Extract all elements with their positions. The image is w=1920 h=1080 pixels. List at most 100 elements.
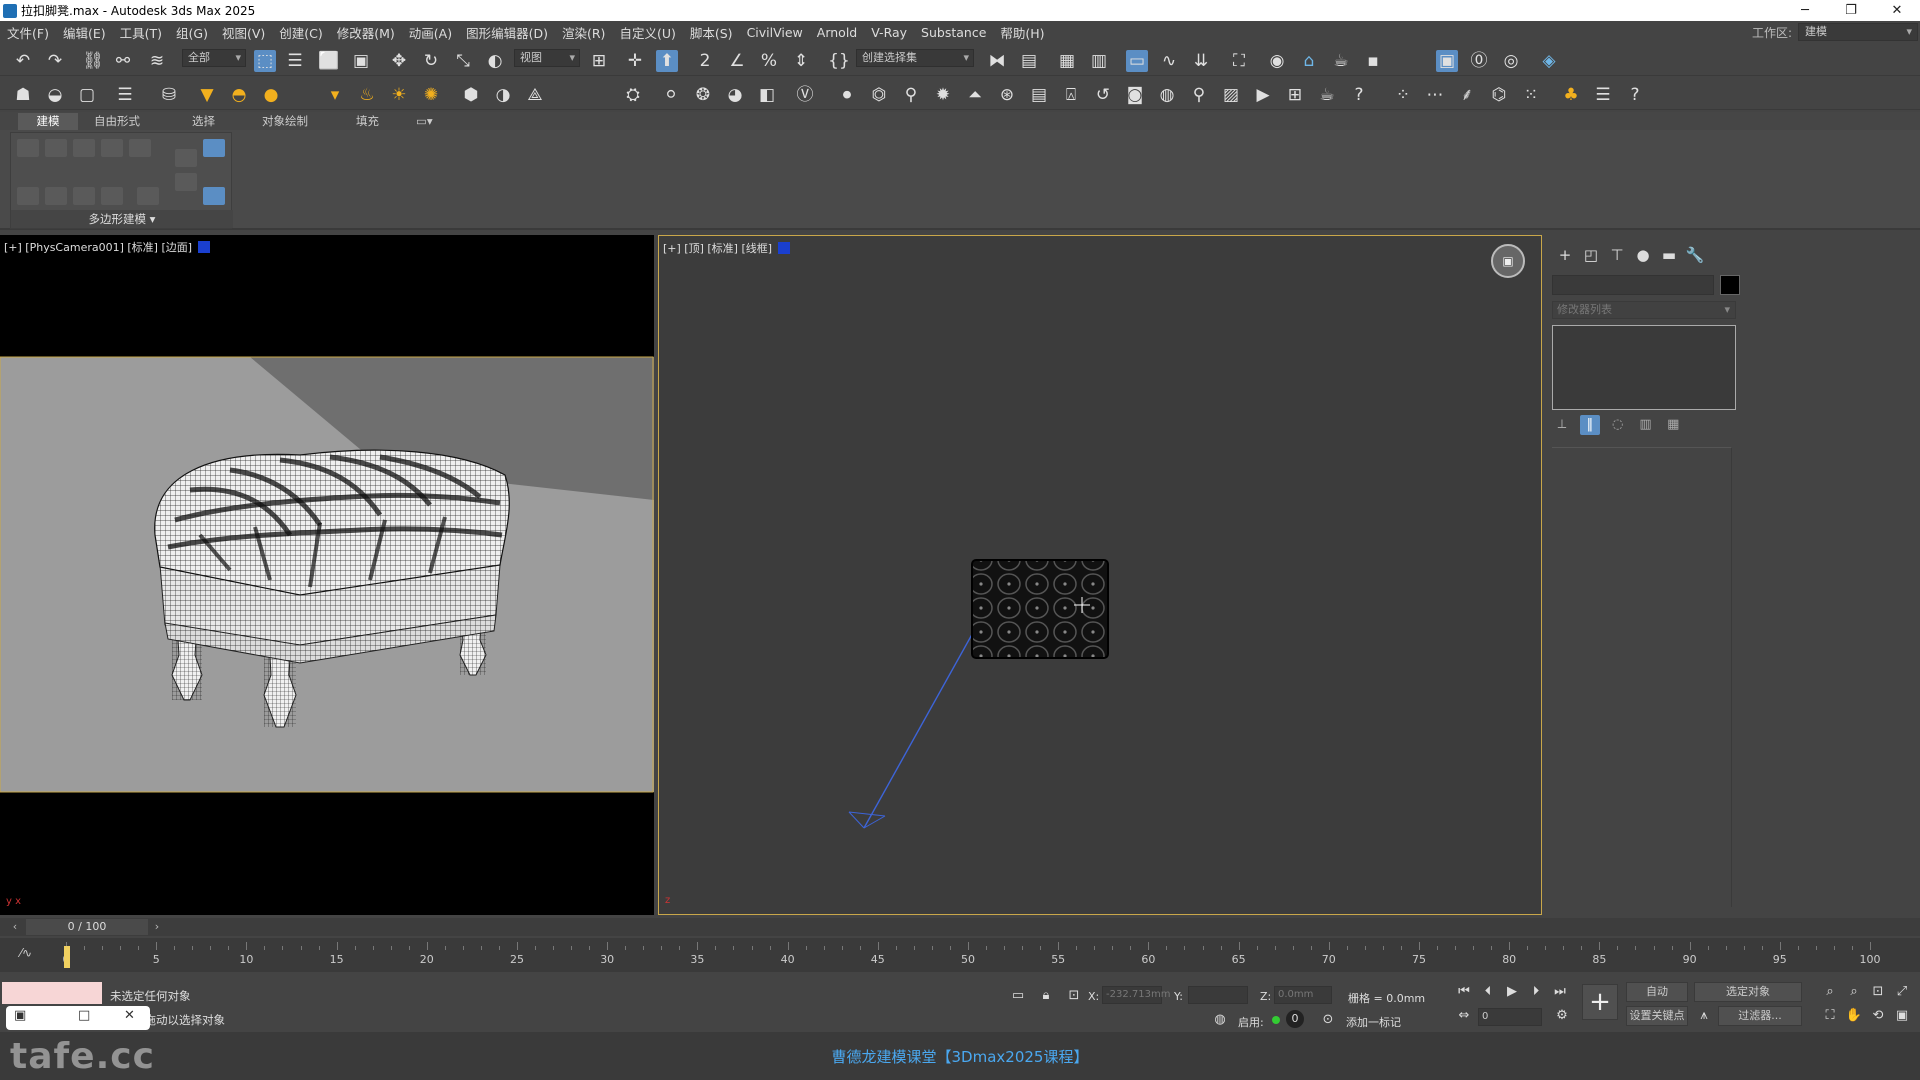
vray-plane-icon[interactable]: ⟁ [524,84,546,106]
vertex-mode-button[interactable] [73,139,95,157]
material-editor-icon[interactable]: ◉ [1266,50,1288,72]
next-frame-icon[interactable]: ⏵ [1526,982,1546,1002]
script-list-icon[interactable]: ☰ [1592,84,1614,106]
vray-bitmap-icon[interactable]: ⍓ [1060,84,1082,106]
select-by-name-icon[interactable]: ☰ [284,50,306,72]
track-bar[interactable]: ⁄∿ 0510152025303540455055606570758085909… [0,938,1920,972]
menu-arnold[interactable]: Arnold [810,25,864,40]
vray-ies-icon[interactable]: ✹ [932,84,954,106]
vray-env-icon[interactable]: ⊛ [996,84,1018,106]
zoom-extents-all-icon[interactable]: ⤢ [1892,982,1912,1002]
top-viewport-label[interactable]: [+] [顶] [标准] [线框] [663,240,791,256]
edge-mode-button[interactable] [101,139,123,157]
menu-customize[interactable]: 自定义(U) [612,23,682,42]
time-slider[interactable]: ‹ 0 / 100 › [0,918,1920,936]
modifier-stack[interactable] [1552,325,1736,410]
x-coordinate-field[interactable]: -232.713mm [1102,986,1170,1004]
key-mode-icon[interactable]: ⇔ [1454,1006,1474,1026]
maxscript-listener[interactable] [2,982,102,1004]
viewcube-icon[interactable]: ▣ [1491,244,1525,278]
substance-icon[interactable]: ◈ [1538,50,1560,72]
unlink-icon[interactable]: ⚯ [112,50,134,72]
close-thumb-icon[interactable]: ✕ [124,1008,135,1023]
render-setup-icon[interactable]: ⌂ [1298,50,1320,72]
time-configuration-icon[interactable]: ⚙ [1552,1006,1572,1026]
vray-light-lister-icon[interactable]: ⚲ [900,84,922,106]
object-color-swatch[interactable] [1720,275,1740,295]
pivot-center-icon[interactable]: ⊞ [588,50,610,72]
add-tag-icon[interactable]: ⊙ [1318,1010,1338,1030]
app-thumb-icon[interactable]: ▣ [14,1008,26,1023]
menu-edit[interactable]: 编辑(E) [56,23,113,42]
schematic-view-icon[interactable]: ⛶ [1228,50,1250,72]
set-key-button[interactable]: + [1582,984,1618,1020]
selection-filter-dropdown[interactable]: 全部 [182,49,246,67]
vray-mtl-icon[interactable]: ⚪ [660,84,682,106]
vray-camera-icon[interactable]: ⏺ [836,84,858,106]
hierarchy-tab-icon[interactable]: ⊤ [1606,245,1628,265]
sky-icon[interactable]: ✺ [420,84,442,106]
tab-freeform[interactable]: 自由形式 [84,113,150,130]
restore-thumb-icon[interactable]: □ [78,1008,90,1023]
menu-views[interactable]: 视图(V) [215,23,272,42]
adaptive-degradation-icon[interactable]: ◍ [1210,1010,1230,1030]
vray-material-library-icon[interactable]: ◍ [1156,84,1178,106]
field-of-view-icon[interactable]: ⛶ [1820,1006,1840,1026]
reference-coordinate-dropdown[interactable]: 视图 [514,49,580,67]
menu-rendering[interactable]: 渲染(R) [555,23,612,42]
menu-file[interactable]: 文件(F) [0,23,56,42]
forest-icon[interactable]: ⸙ [1456,84,1478,106]
orbit-icon[interactable]: ⟲ [1868,1006,1888,1026]
configure-modifier-sets-icon[interactable]: ▦ [1663,415,1683,435]
tree-icon[interactable]: ♣ [1560,84,1582,106]
vray-blend-icon[interactable]: ❂ [692,84,714,106]
constrain-button[interactable] [203,187,225,205]
rect-selection-icon[interactable]: ⬜ [318,50,340,72]
sun-icon[interactable]: ☀ [388,84,410,106]
modify-mode-button[interactable] [17,139,39,157]
vray-properties-icon[interactable]: ▤ [1028,84,1050,106]
maximize-viewport-icon[interactable]: ▣ [1892,1006,1912,1026]
window-crossing-icon[interactable]: ▣ [350,50,372,72]
utilities-tab-icon[interactable]: 🔧 [1684,245,1706,265]
next-frame-arrow-icon[interactable]: › [150,919,164,935]
teapot-icon[interactable]: ☗ [12,84,34,106]
auto-key-button[interactable]: 自动 [1626,982,1688,1002]
redo-icon[interactable]: ↷ [44,50,66,72]
undo-icon[interactable]: ↶ [12,50,34,72]
vray-dof-icon[interactable]: ⏣ [868,84,890,106]
spinner-snap-icon[interactable]: ⇕ [790,50,812,72]
menu-scripting[interactable]: 脚本(S) [683,23,740,42]
place-icon[interactable]: ◐ [484,50,506,72]
curve-editor-toggle-icon[interactable]: ⁄∿ [20,946,32,960]
menu-civilview[interactable]: CivilView [740,25,810,40]
play-icon[interactable]: ▶ [1502,982,1522,1002]
polygon-mode-button[interactable] [129,139,151,157]
make-unique-icon[interactable]: ◌ [1608,415,1628,435]
menu-modifiers[interactable]: 修改器(M) [330,23,402,42]
ribbon-options-icon[interactable]: ▭▾ [406,113,443,130]
light-dome-icon[interactable]: ◓ [228,84,250,106]
menu-create[interactable]: 创建(C) [272,23,329,42]
viewport-top[interactable]: [+] [顶] [标准] [线框] ▣ z [658,235,1542,915]
menu-vray[interactable]: V-Ray [864,25,914,40]
select-object-icon[interactable]: ⬚ [254,50,276,72]
menu-group[interactable]: 组(G) [169,23,215,42]
modify-tab-icon[interactable]: ◰ [1580,245,1602,265]
show-end-result-icon[interactable]: ‖ [1579,415,1600,435]
y-coordinate-field[interactable] [1188,986,1248,1004]
workspace-dropdown[interactable]: 建模 [1798,23,1918,41]
torus-icon[interactable]: ◒ [44,84,66,106]
create-tab-icon[interactable]: + [1554,245,1576,265]
selected-object-dropdown[interactable]: 选定对象 [1694,982,1802,1002]
vray-vfb-icon[interactable]: ▶ [1252,84,1274,106]
minimize-button[interactable]: ─ [1782,0,1828,21]
vray-ambient-icon[interactable]: ⏶ [964,84,986,106]
edit-named-selection-icon[interactable]: {} [828,50,850,72]
vray-render-icon[interactable]: ◎ [1500,50,1522,72]
collapse-stack-button[interactable] [175,149,197,167]
isolate-icon[interactable]: ▭ [1008,986,1028,1006]
lock-selection-icon[interactable]: 🔒︎ [1036,986,1056,1006]
current-frame-field[interactable]: 0 [1478,1008,1542,1026]
snap-dots-icon[interactable]: ⁘ [1392,84,1414,106]
